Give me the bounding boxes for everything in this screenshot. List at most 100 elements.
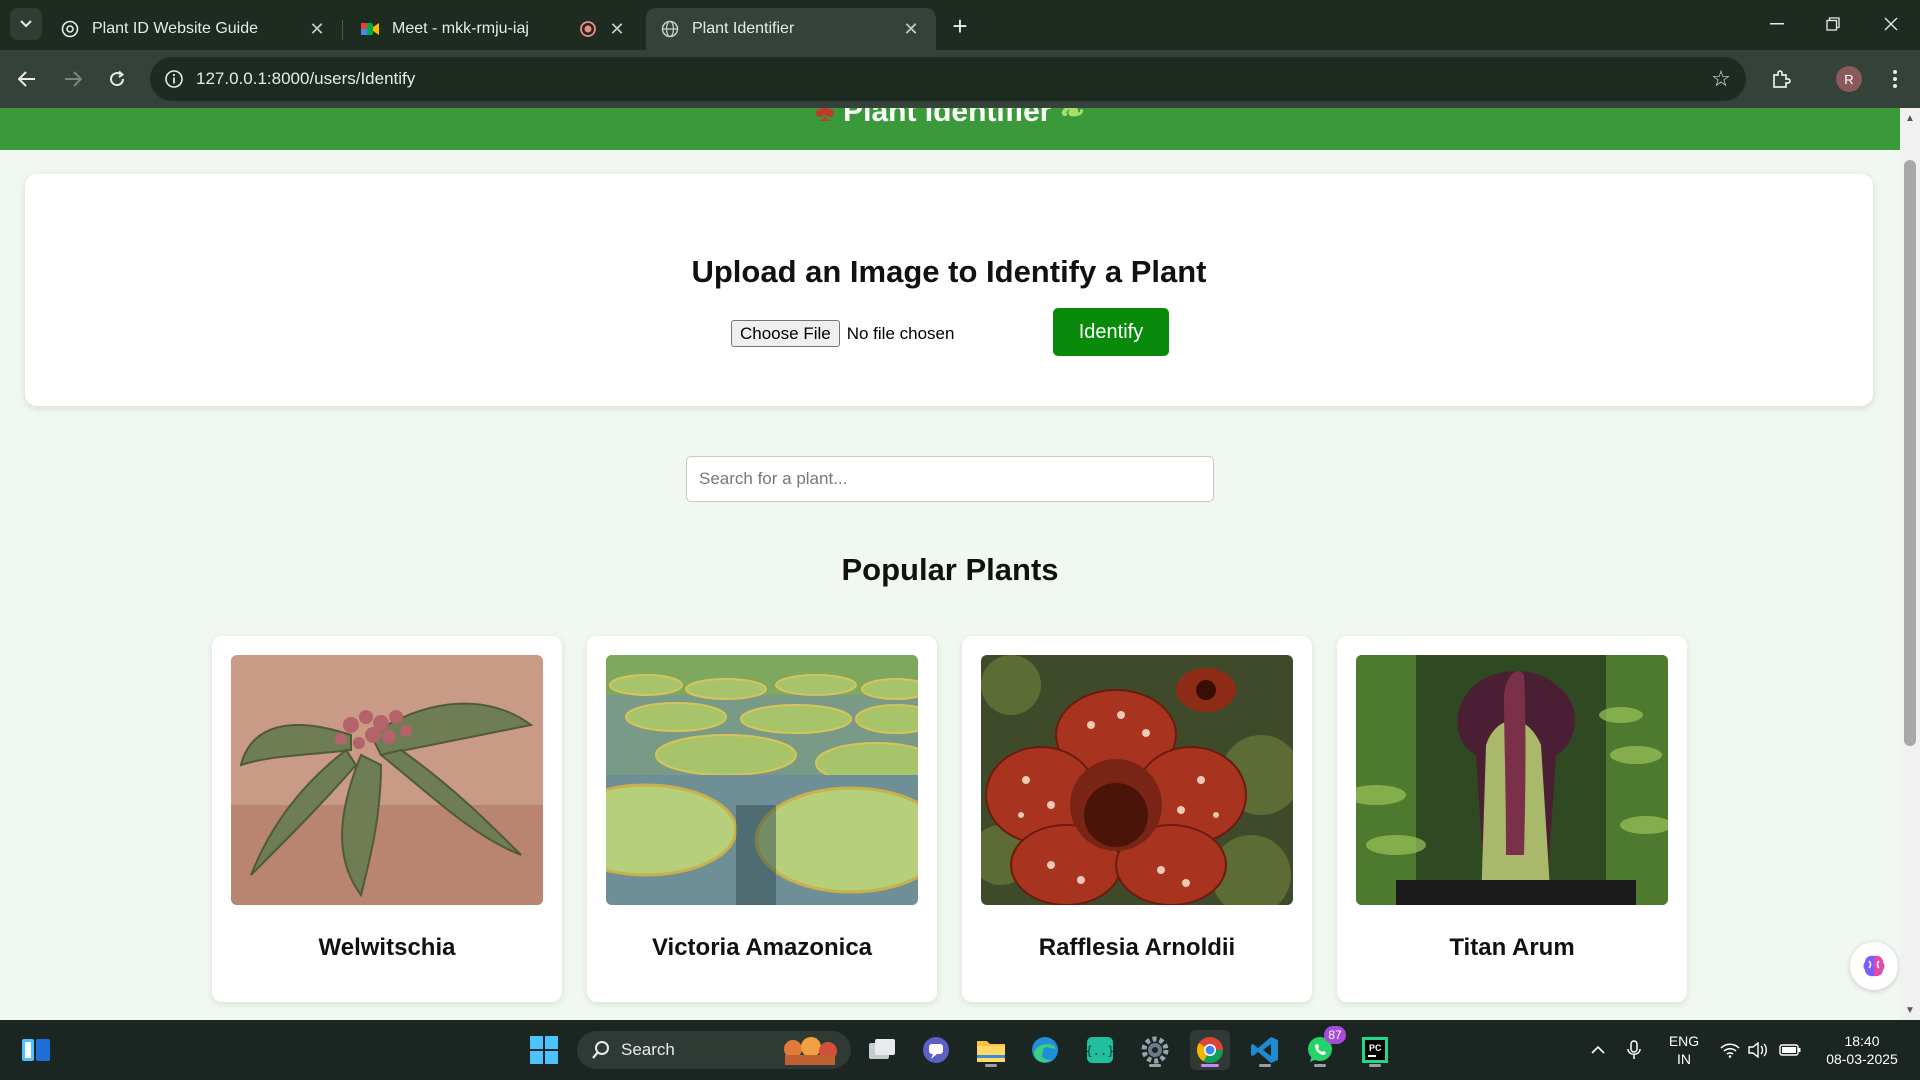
- close-icon[interactable]: ✕: [306, 18, 328, 40]
- assistant-button[interactable]: [1850, 942, 1898, 990]
- taskbar-clock[interactable]: 18:40 08-03-2025: [1812, 1032, 1912, 1068]
- code-braces-icon: {..}: [1086, 1037, 1115, 1063]
- reload-icon: [110, 70, 125, 87]
- settings-button[interactable]: [1135, 1030, 1175, 1070]
- arrow-left-icon: [18, 71, 35, 87]
- wifi-button[interactable]: [1718, 1020, 1742, 1080]
- taskbar-search[interactable]: Search: [577, 1031, 851, 1069]
- minimize-icon: [1770, 23, 1784, 25]
- brain-icon: [1863, 955, 1885, 977]
- plant-name: Rafflesia Arnoldii: [1038, 934, 1236, 961]
- google-meet-icon: [360, 19, 380, 39]
- windows-taskbar: Search {..} 87 PC ENG IN 18:40 08-03-202…: [0, 1020, 1920, 1080]
- scroll-down-arrow-icon[interactable]: ▼: [1904, 1004, 1916, 1016]
- running-indicator: [1149, 1064, 1161, 1067]
- microphone-button[interactable]: [1622, 1020, 1646, 1080]
- wifi-icon: [1720, 1043, 1740, 1058]
- bookmark-star-icon[interactable]: ☆: [1708, 66, 1734, 92]
- choose-file-button[interactable]: Choose File: [731, 320, 840, 347]
- upload-card: Upload an Image to Identify a Plant Choo…: [25, 174, 1873, 406]
- plant-card[interactable]: Titan Arum: [1337, 636, 1687, 1002]
- close-icon: [1884, 17, 1898, 31]
- svg-text:{..}: {..}: [1086, 1044, 1115, 1058]
- forward-button[interactable]: [56, 62, 90, 96]
- whatsapp-button[interactable]: 87: [1300, 1026, 1346, 1070]
- back-button[interactable]: [10, 62, 44, 96]
- address-bar[interactable]: 127.0.0.1:8000/users/Identify ☆: [150, 57, 1746, 101]
- windows-logo-icon: [530, 1036, 558, 1064]
- page-scrollbar[interactable]: ▲ ▼: [1900, 108, 1920, 1020]
- file-status-text: No file chosen: [846, 323, 955, 343]
- more-vertical-icon: [1893, 70, 1897, 88]
- extensions-button[interactable]: [1764, 62, 1798, 96]
- file-input[interactable]: Choose File No file chosen: [731, 320, 954, 347]
- new-tab-button[interactable]: +: [946, 11, 974, 41]
- scroll-thumb[interactable]: [1904, 160, 1916, 746]
- search-icon: [592, 1041, 609, 1059]
- pycharm-button[interactable]: PC: [1355, 1030, 1395, 1070]
- leaf-icon: ❧: [1059, 108, 1085, 128]
- identify-button[interactable]: Identify: [1053, 308, 1169, 356]
- titan-arum-flower-photo: [1356, 655, 1668, 905]
- teams-chat-button[interactable]: [916, 1030, 956, 1070]
- vscode-icon: [1251, 1037, 1278, 1063]
- tab-meet[interactable]: Meet - mkk-rmju-iaj ✕: [346, 8, 642, 50]
- edge-button[interactable]: [1025, 1030, 1065, 1070]
- welwitschia-photo: [231, 655, 543, 905]
- tab-title: Meet - mkk-rmju-iaj: [392, 20, 529, 37]
- tab-search-button[interactable]: [10, 8, 42, 40]
- running-indicator: [1201, 1064, 1219, 1067]
- microphone-icon: [1627, 1040, 1641, 1059]
- profile-avatar[interactable]: R: [1836, 66, 1862, 92]
- restore-button[interactable]: [1808, 8, 1858, 40]
- site-header-title: ♣ Plant Identifier ❧: [0, 108, 1900, 129]
- task-view-button[interactable]: [862, 1030, 902, 1070]
- clock-date: 08-03-2025: [1826, 1051, 1898, 1067]
- language-code: ENG: [1668, 1033, 1700, 1049]
- globe-icon: [660, 19, 680, 39]
- widgets-button[interactable]: [16, 1030, 56, 1070]
- svg-text:PC: PC: [1369, 1043, 1382, 1053]
- battery-button[interactable]: [1776, 1020, 1804, 1080]
- show-hidden-icons-button[interactable]: [1586, 1020, 1610, 1080]
- running-indicator: [1259, 1064, 1271, 1067]
- popular-plants-heading: Popular Plants: [841, 552, 1059, 587]
- page-viewport: ♣ Plant Identifier ❧ Upload an Image to …: [0, 108, 1900, 1020]
- scroll-up-arrow-icon[interactable]: ▲: [1904, 112, 1916, 124]
- code-editor-button[interactable]: {..}: [1080, 1030, 1120, 1070]
- plant-name: Victoria Amazonica: [651, 934, 873, 961]
- arrow-right-icon: [65, 71, 82, 87]
- minimize-button[interactable]: [1752, 8, 1802, 40]
- site-info-icon[interactable]: [162, 67, 186, 91]
- tab-plant-id-guide[interactable]: Plant ID Website Guide ✕: [46, 8, 342, 50]
- plant-search-input[interactable]: [686, 456, 1214, 502]
- chrome-button[interactable]: [1190, 1030, 1230, 1070]
- file-explorer-button[interactable]: [971, 1030, 1011, 1070]
- tab-plant-identifier[interactable]: Plant Identifier ✕: [646, 8, 936, 50]
- vscode-button[interactable]: [1245, 1030, 1285, 1070]
- reload-button[interactable]: [100, 62, 134, 96]
- speaker-icon: [1748, 1042, 1767, 1058]
- plant-card[interactable]: Victoria Amazonica: [587, 636, 937, 1002]
- clock-time: 18:40: [1844, 1033, 1880, 1049]
- running-indicator: [1314, 1064, 1326, 1067]
- input-language-indicator[interactable]: ENG IN: [1664, 1032, 1704, 1068]
- tab-strip: Plant ID Website Guide ✕ Meet - mkk-rmju…: [0, 0, 1920, 50]
- volume-button[interactable]: [1746, 1020, 1770, 1080]
- close-window-button[interactable]: [1866, 8, 1916, 40]
- plant-card[interactable]: Rafflesia Arnoldii: [962, 636, 1312, 1002]
- taskbar-search-label: Search: [621, 1040, 675, 1059]
- url-text: 127.0.0.1:8000/users/Identify: [196, 69, 416, 88]
- giant-water-lily-photo: [606, 655, 918, 905]
- edge-icon: [1032, 1037, 1058, 1063]
- browser-menu-button[interactable]: [1880, 62, 1910, 96]
- close-icon[interactable]: ✕: [606, 18, 628, 40]
- pycharm-icon: PC: [1362, 1037, 1388, 1063]
- plant-card[interactable]: Welwitschia: [212, 636, 562, 1002]
- close-icon[interactable]: ✕: [900, 18, 922, 40]
- potted-plant-icon: ♣: [815, 108, 835, 128]
- start-button[interactable]: [524, 1030, 564, 1070]
- browser-toolbar: 127.0.0.1:8000/users/Identify ☆ R: [0, 50, 1920, 108]
- running-indicator: [1369, 1064, 1381, 1067]
- tab-title: Plant ID Website Guide: [92, 20, 259, 37]
